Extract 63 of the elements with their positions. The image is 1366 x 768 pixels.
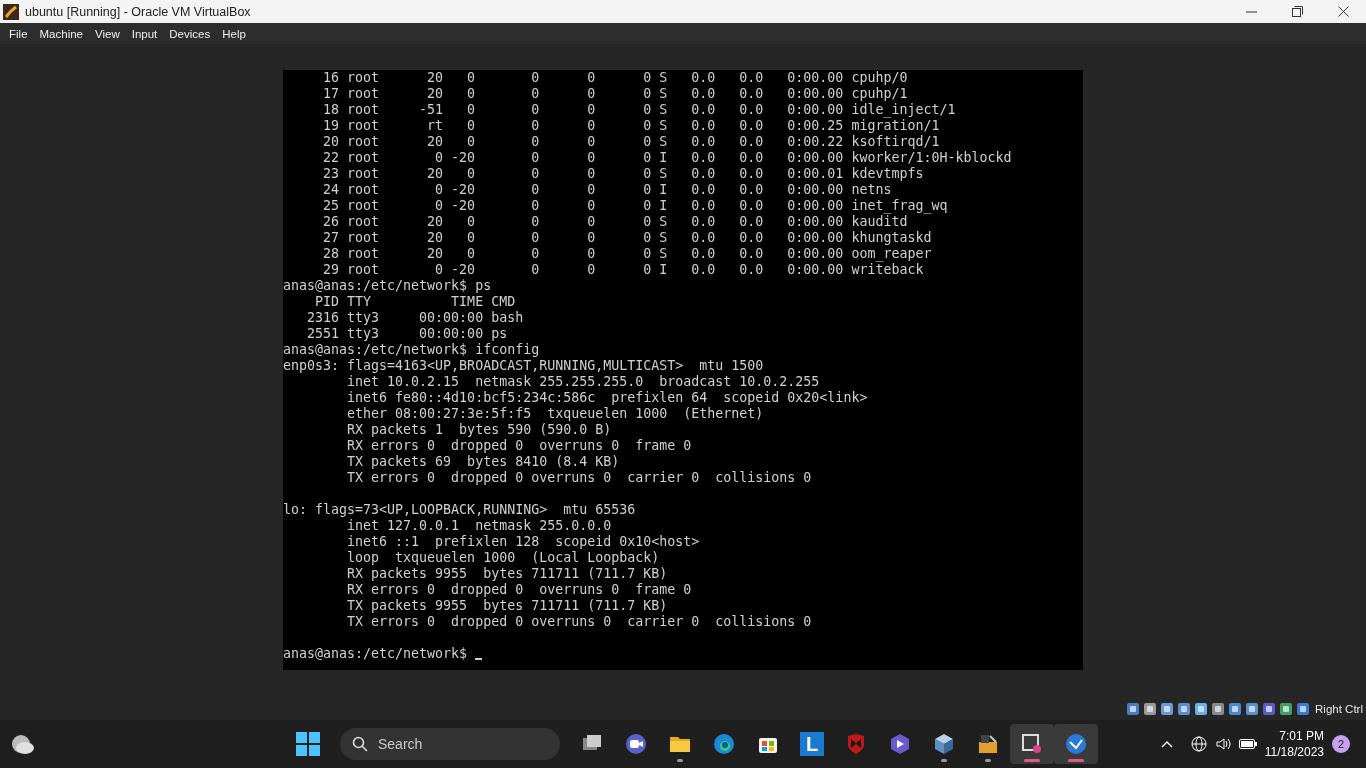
search-icon (352, 736, 368, 752)
weather-icon[interactable] (10, 733, 36, 755)
terminal-line: loop txqueuelen 1000 (Local Loopback) (346, 550, 660, 566)
terminal-line: ether 08:00:27:3e:5f:f5 txqueuelen 1000 (Ethernet) (346, 406, 764, 422)
terminal-line: TX errors 0 dropped 0 overruns 0 carrier 0 collisions 0 (346, 614, 812, 630)
clock-time[interactable]: 7:01 PM (1279, 728, 1324, 744)
minimize-icon[interactable] (1245, 10, 1257, 13)
terminal-line: inet 10.0.2.15 netmask 255.255.255.0 broadcast 10.0.2.255 (346, 374, 820, 390)
battery-icon[interactable] (1238, 739, 1257, 749)
terminal-line: anas@anas:/etc/network$ ps (283, 278, 492, 294)
terminal-line: inet6 fe80::4d10:bcf5:234c:586c prefixlen 64 scopeid 0x20<link> (346, 390, 868, 406)
menu-item[interactable]: Machine (33, 27, 89, 40)
terminal-line: 22 root 0 -20 0 0 0 I 0.0 0.0 0:00.00 kworker/1:0H-kblockd (322, 150, 1012, 166)
taskbar-app[interactable] (1054, 724, 1098, 764)
terminal-line: inet 127.0.0.1 netmask 255.0.0.0 (346, 518, 612, 534)
start-icon[interactable] (296, 732, 320, 756)
menu-item[interactable]: Input (125, 27, 164, 40)
terminal-line: 2316 tty3 00:00:00 bash (306, 310, 524, 326)
terminal-line: 27 root 20 0 0 0 0 S 0.0 0.0 0:00.00 khungtaskd (322, 230, 932, 246)
globe-icon[interactable] (1190, 736, 1207, 752)
terminal-line: PID TTY TIME CMD (314, 294, 516, 310)
terminal-line: 19 root rt 0 0 0 0 S 0.0 0.0 0:00.25 migration/1 (322, 118, 940, 134)
menu-item[interactable]: Help (216, 27, 252, 40)
terminal-line: 18 root -51 0 0 0 0 S 0.0 0.0 0:00.00 idle_inject/1 (322, 102, 956, 118)
notification-badge[interactable]: 2 (1332, 735, 1350, 753)
terminal-line: 24 root 0 -20 0 0 0 I 0.0 0.0 0:00.00 netns (322, 182, 892, 198)
terminal-line: 26 root 20 0 0 0 0 S 0.0 0.0 0:00.00 kauditd (322, 214, 908, 230)
window-title: ubuntu [Running] - Oracle VM VirtualBox (25, 4, 251, 19)
speaker-icon[interactable] (1214, 736, 1231, 752)
menu-item[interactable]: Devices (163, 27, 217, 40)
terminal-line: 16 root 20 0 0 0 0 S 0.0 0.0 0:00.00 cpuhp/0 (322, 70, 908, 86)
terminal-line: 17 root 20 0 0 0 0 S 0.0 0.0 0:00.00 cpuhp/1 (322, 86, 908, 102)
terminal-line: RX errors 0 dropped 0 overruns 0 frame 0 (346, 582, 692, 598)
app-logo-icon (3, 3, 19, 20)
terminal-line: TX packets 9955 bytes 711711 (711.7 KB) (346, 598, 668, 614)
terminal-line: lo: flags=73<UP,LOOPBACK,RUNNING> mtu 65536 (283, 502, 636, 518)
clock-date[interactable]: 11/18/2023 (1264, 744, 1324, 760)
taskbar-app[interactable]: L (790, 724, 834, 764)
taskbar-app[interactable] (1010, 724, 1054, 764)
close-icon[interactable] (1337, 6, 1349, 17)
terminal-line: 2551 tty3 00:00:00 ps (306, 326, 508, 342)
terminal-line: enp0s3: flags=4163<UP,BROADCAST,RUNNING,MULTICAST> mtu 1500 (283, 358, 764, 374)
terminal-line: 25 root 0 -20 0 0 0 I 0.0 0.0 0:00.00 inet_frag_wq (322, 198, 948, 214)
terminal-line: inet6 ::1 prefixlen 128 scopeid 0x10<host> (346, 534, 700, 550)
restore-icon[interactable] (1291, 6, 1303, 17)
terminal-line: RX packets 1 bytes 590 (590.0 B) (346, 422, 612, 438)
terminal-line: TX errors 0 dropped 0 overruns 0 carrier 0 collisions 0 (346, 470, 812, 486)
terminal-line: anas@anas:/etc/network$ (283, 646, 468, 662)
host-key-label: Right Ctrl (1315, 703, 1363, 715)
terminal-line: TX packets 69 bytes 8410 (8.4 KB) (346, 454, 620, 470)
chevron-up-icon[interactable] (1160, 740, 1173, 748)
letter-logo-icon: L (800, 732, 824, 756)
terminal-line: RX packets 9955 bytes 711711 (711.7 KB) (346, 566, 668, 582)
terminal-line: 23 root 20 0 0 0 0 S 0.0 0.0 0:00.01 kdevtmpfs (322, 166, 924, 182)
terminal-line: 20 root 20 0 0 0 0 S 0.0 0.0 0:00.22 ksoftirqd/1 (322, 134, 940, 150)
menu-item[interactable]: File (3, 27, 34, 40)
terminal-line: 29 root 0 -20 0 0 0 I 0.0 0.0 0:00.00 writeback (322, 262, 924, 278)
terminal-line: anas@anas:/etc/network$ ifconfig (283, 342, 540, 358)
search-field[interactable]: Search (340, 728, 560, 760)
menu-item[interactable]: View (89, 27, 126, 40)
terminal-line: RX errors 0 dropped 0 overruns 0 frame 0 (346, 438, 692, 454)
terminal-line: 28 root 20 0 0 0 0 S 0.0 0.0 0:00.00 oom_reaper (322, 246, 932, 262)
cube-icon (932, 732, 956, 756)
